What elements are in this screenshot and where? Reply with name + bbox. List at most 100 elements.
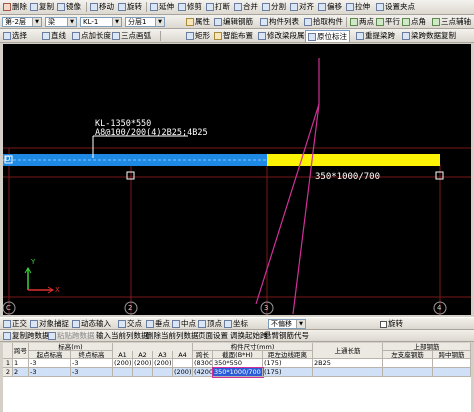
cell-a2[interactable] (133, 368, 153, 377)
cell-a4[interactable]: (200) (173, 368, 193, 377)
row-number: 2 (3, 368, 13, 377)
category-select[interactable]: 梁 ▼ (45, 17, 77, 27)
reextract-span-button[interactable]: 重提梁跨 (356, 31, 395, 41)
edit-rebar-button[interactable]: 编辑钢筋 (214, 17, 253, 27)
line-button[interactable]: 直线 (42, 31, 66, 41)
cell-a2[interactable]: (200) (133, 359, 153, 368)
orthogonal-toggle[interactable]: 正交 (3, 319, 27, 329)
beam-span-2 (267, 154, 440, 166)
break-button[interactable]: 打断 (206, 2, 230, 12)
cell-span-length[interactable]: (8300) (193, 359, 213, 368)
vertex-toggle[interactable]: 顶点 (198, 319, 222, 329)
layer-select[interactable]: 分层1 ▼ (125, 17, 165, 27)
angle-icon (402, 18, 410, 26)
floor-select[interactable]: 第-2层 ▼ (2, 17, 42, 27)
swap-start-span-button[interactable]: 调换起始跨 (230, 331, 268, 341)
cell-mid-span[interactable] (433, 359, 471, 368)
merge-button[interactable]: 合并 (234, 2, 258, 12)
mirror-button[interactable]: 镜像 (57, 2, 81, 12)
move-button[interactable]: 移动 (90, 2, 114, 12)
split-button[interactable]: 分割 (262, 2, 286, 12)
cell-mid-span[interactable] (433, 368, 471, 377)
span-data-copy-button[interactable]: 梁跨数据复制 (402, 31, 456, 41)
properties-button[interactable]: 属性 (186, 17, 210, 27)
cell-span-length[interactable]: (4200) (193, 368, 213, 377)
coordinate-toggle[interactable]: 坐标 (224, 319, 248, 329)
two-point-button[interactable]: 两点 (350, 17, 374, 27)
dynamic-input-toggle[interactable]: 动态输入 (72, 319, 111, 329)
intersection-toggle[interactable]: 交点 (118, 319, 142, 329)
pick-component-button[interactable]: 拾取构件 (304, 17, 343, 27)
paste-span-data-button[interactable]: 粘贴跨数据 (48, 331, 95, 341)
cell-section[interactable]: 350*550 (213, 359, 263, 368)
arc-icon (112, 32, 120, 40)
modify-segment-button[interactable]: 修改梁段属性 (258, 31, 312, 41)
element-select[interactable]: KL-1 ▼ (80, 17, 122, 27)
rotate-button[interactable]: 旋转 (118, 2, 142, 12)
aux-axis-icon (432, 18, 440, 26)
component-toolbar: 第-2层 ▼ 梁 ▼ KL-1 ▼ 分层1 ▼ 属性 编辑钢筋 构件列表 拾取构件 两点… (0, 15, 474, 29)
align-button[interactable]: 对齐 (290, 2, 314, 12)
delete-icon (3, 3, 11, 11)
smart-layout-button[interactable]: 智能布置 (214, 31, 253, 41)
stretch-button[interactable]: 拉伸 (346, 2, 370, 12)
input-current-column-button[interactable]: 输入当前列数据 (96, 331, 149, 341)
row-number: 1 (3, 359, 13, 368)
cell-a4[interactable] (173, 359, 193, 368)
offset-button[interactable]: 偏移 (318, 2, 342, 12)
parallel-button[interactable]: 平行 (376, 17, 400, 27)
select-button[interactable]: 选择 (3, 31, 27, 41)
delete-current-column-button[interactable]: 删除当前列数据 (146, 331, 199, 341)
point-length-icon (72, 32, 80, 40)
offset-mode-select[interactable]: 不偏移 ▼ (268, 319, 306, 329)
cell-end-elev[interactable]: -3 (71, 368, 113, 377)
cell-section-editing[interactable]: 350*1000/700 (212, 367, 264, 378)
cell-a3[interactable] (153, 368, 173, 377)
cell-left-support[interactable] (383, 359, 433, 368)
rectangle-button[interactable]: 矩形 (186, 31, 210, 41)
cantilever-code-button[interactable]: 悬臂钢筋代号 (264, 331, 309, 341)
angle-point-button[interactable]: 点角 (402, 17, 426, 27)
cell-a1[interactable] (113, 368, 133, 377)
cell-start-elev[interactable]: -3 (29, 359, 71, 368)
page-setup-button[interactable]: 页面设置 (198, 331, 228, 341)
cell-dist-left[interactable]: (175) (263, 368, 313, 377)
cell-dist-left[interactable]: (175) (263, 359, 313, 368)
copy-span-data-button[interactable]: 复制跨数据 (3, 331, 50, 341)
cell-left-support[interactable] (383, 368, 433, 377)
mirror-icon (57, 3, 65, 11)
cell-a3[interactable]: (200) (153, 359, 173, 368)
break-icon (206, 3, 214, 11)
trim-button[interactable]: 修剪 (178, 2, 202, 12)
three-point-aux-button[interactable]: 三点辅轴 (432, 17, 471, 27)
set-point-button[interactable]: 设置夹点 (376, 2, 415, 12)
cell-end-elev[interactable]: -3 (71, 359, 113, 368)
axis-label-d: D (5, 155, 11, 163)
header-left-support: 左支座钢筋 (383, 351, 433, 359)
midpoint-toggle[interactable]: 中点 (172, 319, 196, 329)
cell-span[interactable]: 2 (13, 368, 29, 377)
cell-span[interactable]: 1 (13, 359, 29, 368)
object-snap-toggle[interactable]: 对象捕捉 (30, 319, 69, 329)
three-point-arc-button[interactable]: 三点画弧 (112, 31, 151, 41)
drawing-canvas[interactable]: KL-1350*550 A8@100/200(4)2B25;4B25 350*1… (3, 44, 471, 315)
component-list-button[interactable]: 构件列表 (260, 17, 299, 27)
offset-icon (318, 3, 326, 11)
modify-icon (258, 32, 266, 40)
cell-start-elev[interactable]: -3 (29, 368, 71, 377)
delete-button[interactable]: 删除 (3, 2, 27, 12)
cell-top-through[interactable]: 2B25 (313, 359, 383, 368)
extend-button[interactable]: 延伸 (150, 2, 174, 12)
rotate-toggle[interactable]: 旋转 (380, 319, 403, 329)
perpendicular-toggle[interactable]: 垂点 (146, 319, 170, 329)
point-length-button[interactable]: 点加长度 (72, 31, 111, 41)
copy-button[interactable]: 复制 (30, 2, 54, 12)
header-span-no: 跨号 (13, 343, 29, 359)
rebar-icon (214, 18, 222, 26)
two-point-icon (350, 18, 358, 26)
cell-top-through[interactable] (313, 368, 383, 377)
rectangle-icon (186, 32, 194, 40)
in-situ-label-button[interactable]: 原位标注 (305, 30, 350, 42)
rotate-checkbox[interactable] (380, 320, 387, 328)
cell-a1[interactable]: (200) (113, 359, 133, 368)
